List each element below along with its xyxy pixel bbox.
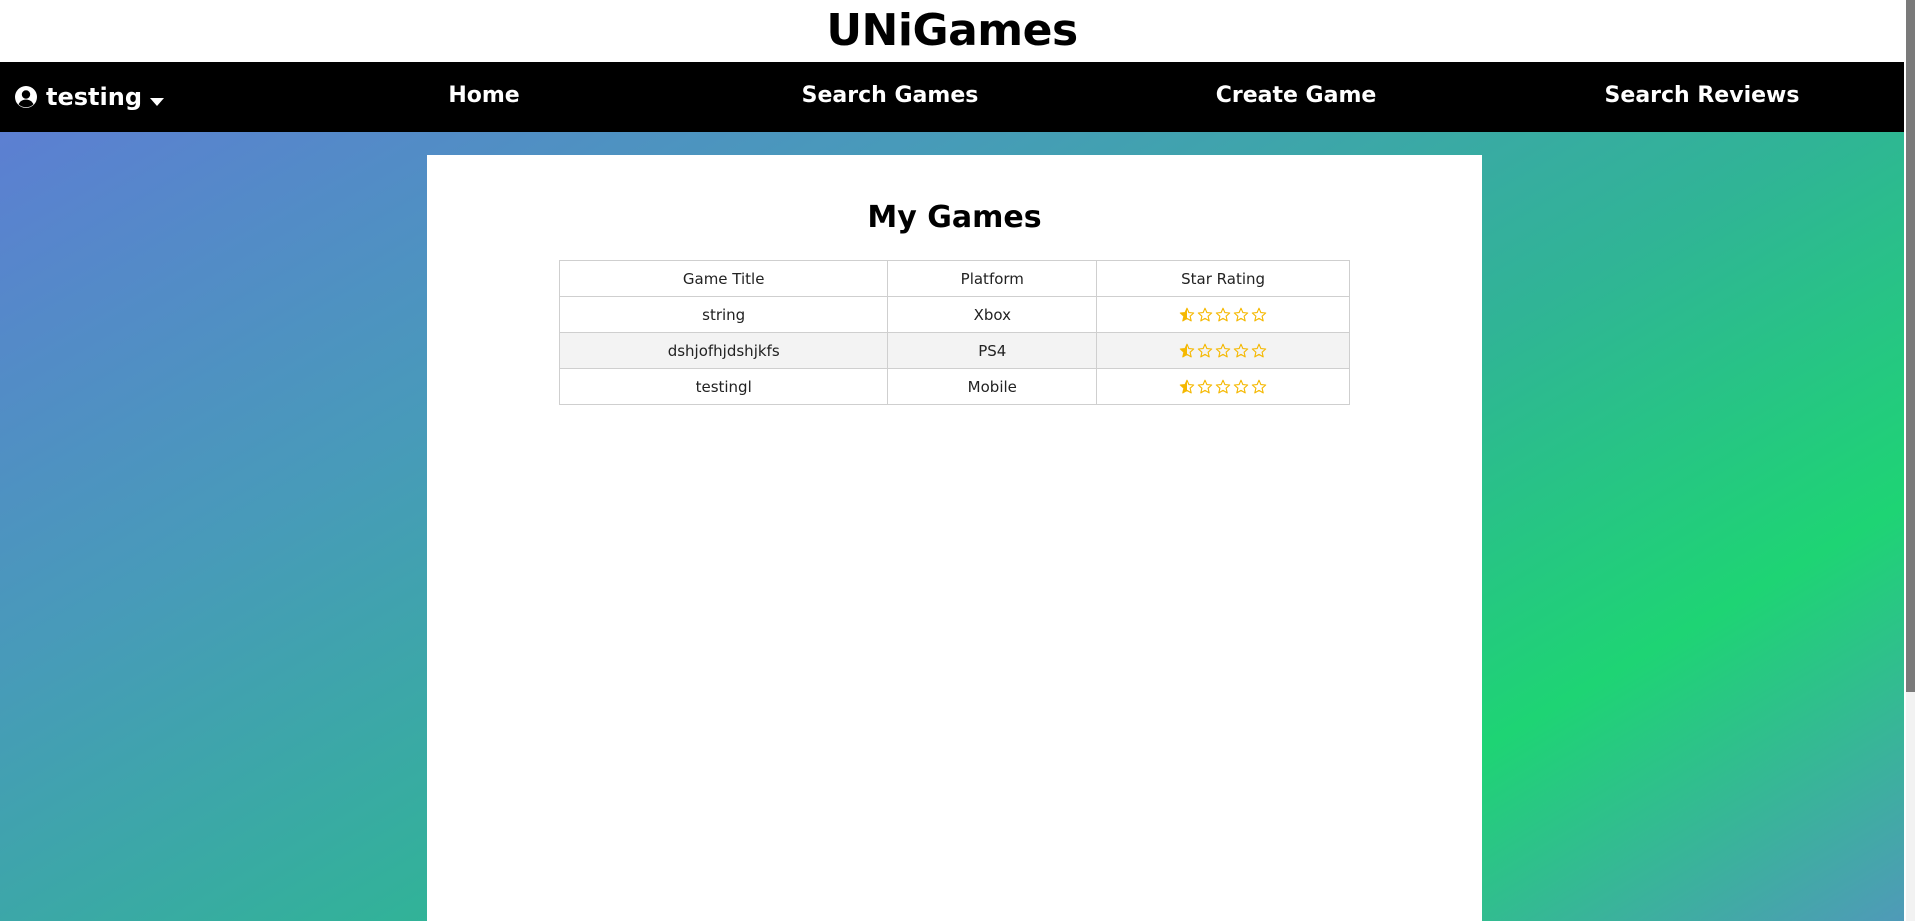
star-rating-cell [1096, 332, 1350, 369]
star-empty-icon[interactable] [1197, 343, 1213, 359]
star-empty-icon[interactable] [1215, 379, 1231, 395]
table-row[interactable]: dshjofhjdshjkfs PS4 [558, 332, 1350, 369]
nav-link-search-reviews[interactable]: Search Reviews [1605, 62, 1800, 132]
table-row[interactable]: testingl Mobile [558, 368, 1350, 405]
game-title-cell: testingl [558, 368, 889, 405]
table-row[interactable]: string Xbox [558, 296, 1350, 333]
column-header-star-rating[interactable]: Star Rating [1096, 260, 1350, 297]
star-half-icon[interactable] [1179, 343, 1195, 359]
star-empty-icon[interactable] [1233, 307, 1249, 323]
star-empty-icon[interactable] [1197, 307, 1213, 323]
column-header-platform[interactable]: Platform [887, 260, 1098, 297]
page: UNiGames testing Home Search Games Creat… [0, 0, 1915, 921]
main-navbar: testing Home Search Games Create Game Se… [0, 62, 1904, 132]
game-title-cell: string [558, 296, 889, 333]
nav-link-search-games[interactable]: Search Games [802, 62, 979, 132]
star-empty-icon[interactable] [1233, 379, 1249, 395]
platform-cell: PS4 [887, 332, 1098, 369]
star-rating [1179, 379, 1267, 395]
user-circle-icon [14, 85, 38, 109]
star-rating-cell [1096, 368, 1350, 405]
platform-cell: Mobile [887, 368, 1098, 405]
scrollbar-thumb[interactable] [1906, 0, 1915, 692]
games-table: Game Title Platform Star Rating string X… [558, 260, 1350, 405]
game-title-cell: dshjofhjdshjkfs [558, 332, 889, 369]
scrollbar-lower-track[interactable] [1906, 692, 1915, 921]
column-header-game-title[interactable]: Game Title [558, 260, 889, 297]
nav-link-home[interactable]: Home [448, 62, 519, 132]
star-empty-icon[interactable] [1215, 343, 1231, 359]
star-half-icon[interactable] [1179, 307, 1195, 323]
caret-down-icon [150, 92, 164, 106]
brand-header: UNiGames [0, 0, 1904, 62]
star-empty-icon[interactable] [1251, 343, 1267, 359]
star-empty-icon[interactable] [1233, 343, 1249, 359]
star-empty-icon[interactable] [1251, 307, 1267, 323]
content-card: My Games Game Title Platform Star Rating… [427, 155, 1482, 921]
user-menu[interactable]: testing [14, 62, 164, 132]
star-rating [1179, 343, 1267, 359]
nav-link-create-game[interactable]: Create Game [1216, 62, 1377, 132]
star-empty-icon[interactable] [1251, 379, 1267, 395]
table-header-row: Game Title Platform Star Rating [558, 260, 1350, 297]
user-name: testing [46, 83, 142, 111]
star-rating-cell [1096, 296, 1350, 333]
brand-title[interactable]: UNiGames [826, 0, 1078, 62]
star-empty-icon[interactable] [1197, 379, 1213, 395]
star-rating [1179, 307, 1267, 323]
star-empty-icon[interactable] [1215, 307, 1231, 323]
platform-cell: Xbox [887, 296, 1098, 333]
star-half-icon[interactable] [1179, 379, 1195, 395]
page-title: My Games [867, 200, 1042, 235]
